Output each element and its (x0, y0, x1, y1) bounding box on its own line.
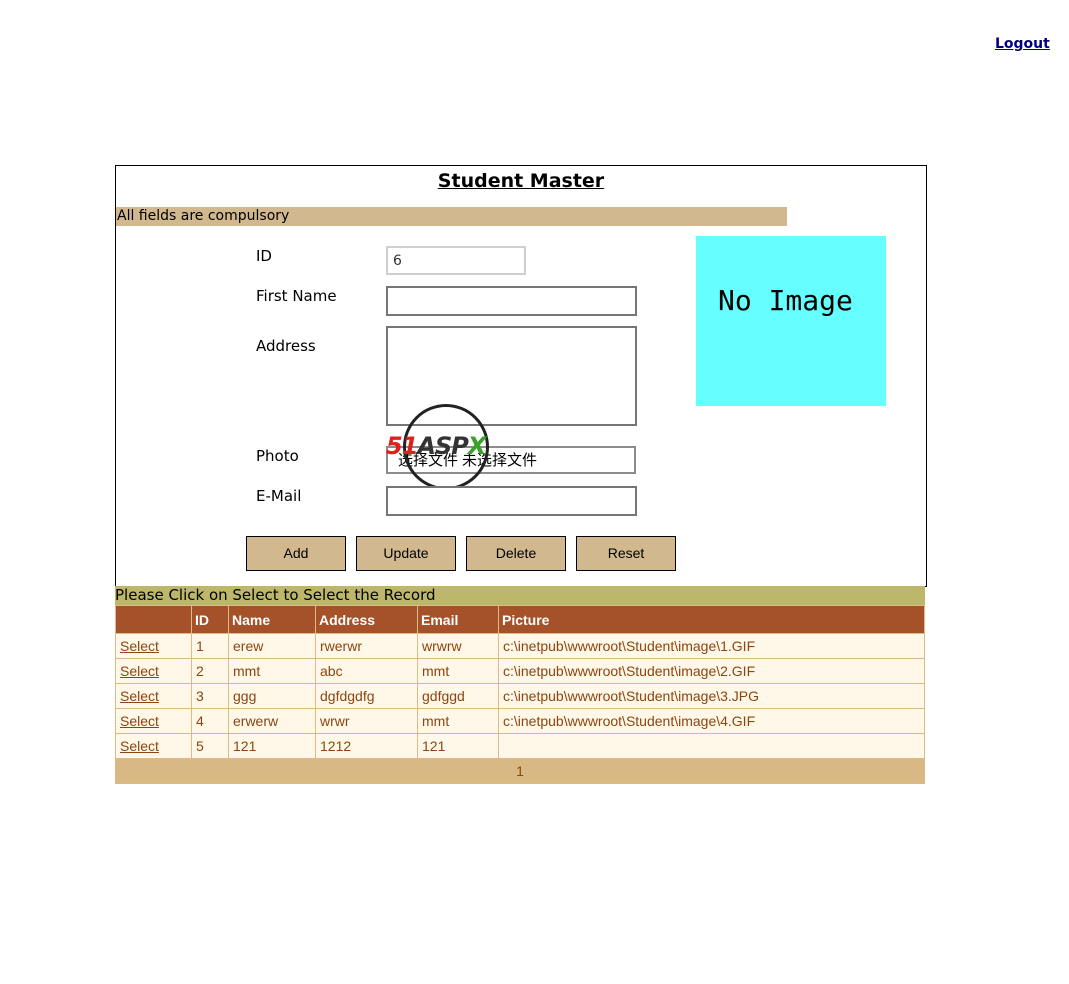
cell-name: erwerw (228, 708, 316, 734)
column-header-picture: Picture (498, 605, 925, 634)
file-status-text: 未选择文件 (462, 451, 538, 469)
cell-email: mmt (417, 658, 499, 684)
table-row: Select 4 erwerw wrwr mmt c:\inetpub\wwwr… (115, 708, 925, 734)
select-link[interactable]: Select (120, 713, 159, 729)
photo-file-input[interactable]: 选择文件 未选择文件 (386, 446, 636, 474)
no-image-text: No Image (718, 284, 853, 317)
first-name-input[interactable] (386, 286, 637, 316)
cell-id: 2 (191, 658, 229, 684)
pager-current-page: 1 (115, 758, 925, 784)
table-row: Select 5 121 1212 121 (115, 733, 925, 759)
column-header-id: ID (191, 605, 229, 634)
table-row: Select 1 erew rwerwr wrwrw c:\inetpub\ww… (115, 633, 925, 659)
column-header-select (115, 605, 192, 634)
cell-picture: c:\inetpub\wwwroot\Student\image\1.GIF (498, 633, 925, 659)
cell-id: 3 (191, 683, 229, 709)
cell-id: 5 (191, 733, 229, 759)
cell-email: gdfggd (417, 683, 499, 709)
table-row: Select 3 ggg dgfdgdfg gdfggd c:\inetpub\… (115, 683, 925, 709)
cell-picture: c:\inetpub\wwwroot\Student\image\2.GIF (498, 658, 925, 684)
cell-name: erew (228, 633, 316, 659)
page-title: Student Master (437, 170, 605, 192)
cell-email: mmt (417, 708, 499, 734)
grid-header-row: ID Name Address Email Picture (115, 605, 925, 634)
select-link[interactable]: Select (120, 638, 159, 654)
compulsory-notice: All fields are compulsory (116, 207, 787, 226)
choose-file-button[interactable]: 选择文件 (388, 451, 458, 469)
table-row: Select 2 mmt abc mmt c:\inetpub\wwwroot\… (115, 658, 925, 684)
student-grid: ID Name Address Email Picture Select 1 e… (115, 605, 925, 784)
column-header-name: Name (228, 605, 316, 634)
select-link[interactable]: Select (120, 738, 159, 754)
page: Logout Student Master All fields are com… (0, 0, 1069, 984)
address-label: Address (256, 337, 316, 355)
column-header-email: Email (417, 605, 499, 634)
email-label: E-Mail (256, 487, 302, 505)
delete-button[interactable]: Delete (466, 536, 566, 571)
column-header-address: Address (315, 605, 418, 634)
grid-caption: Please Click on Select to Select the Rec… (115, 586, 925, 605)
photo-label: Photo (256, 447, 299, 465)
cell-name: mmt (228, 658, 316, 684)
cell-address: dgfdgdfg (315, 683, 418, 709)
cell-email: wrwrw (417, 633, 499, 659)
cell-address: wrwr (315, 708, 418, 734)
cell-name: ggg (228, 683, 316, 709)
cell-picture (498, 733, 925, 759)
cell-email: 121 (417, 733, 499, 759)
cell-address: rwerwr (315, 633, 418, 659)
pager-row: 1 (115, 758, 925, 784)
id-input[interactable] (386, 246, 526, 275)
logout-link[interactable]: Logout (995, 36, 1050, 52)
select-link[interactable]: Select (120, 663, 159, 679)
email-input[interactable] (386, 486, 637, 516)
cell-address: abc (315, 658, 418, 684)
first-name-label: First Name (256, 287, 337, 305)
cell-name: 121 (228, 733, 316, 759)
cell-id: 4 (191, 708, 229, 734)
cell-picture: c:\inetpub\wwwroot\Student\image\4.GIF (498, 708, 925, 734)
add-button[interactable]: Add (246, 536, 346, 571)
address-textarea[interactable] (386, 326, 637, 426)
student-master-panel: Student Master All fields are compulsory… (115, 165, 927, 587)
photo-preview: No Image (696, 236, 886, 406)
cell-address: 1212 (315, 733, 418, 759)
update-button[interactable]: Update (356, 536, 456, 571)
cell-id: 1 (191, 633, 229, 659)
reset-button[interactable]: Reset (576, 536, 676, 571)
cell-picture: c:\inetpub\wwwroot\Student\image\3.JPG (498, 683, 925, 709)
select-link[interactable]: Select (120, 688, 159, 704)
id-label: ID (256, 247, 272, 265)
